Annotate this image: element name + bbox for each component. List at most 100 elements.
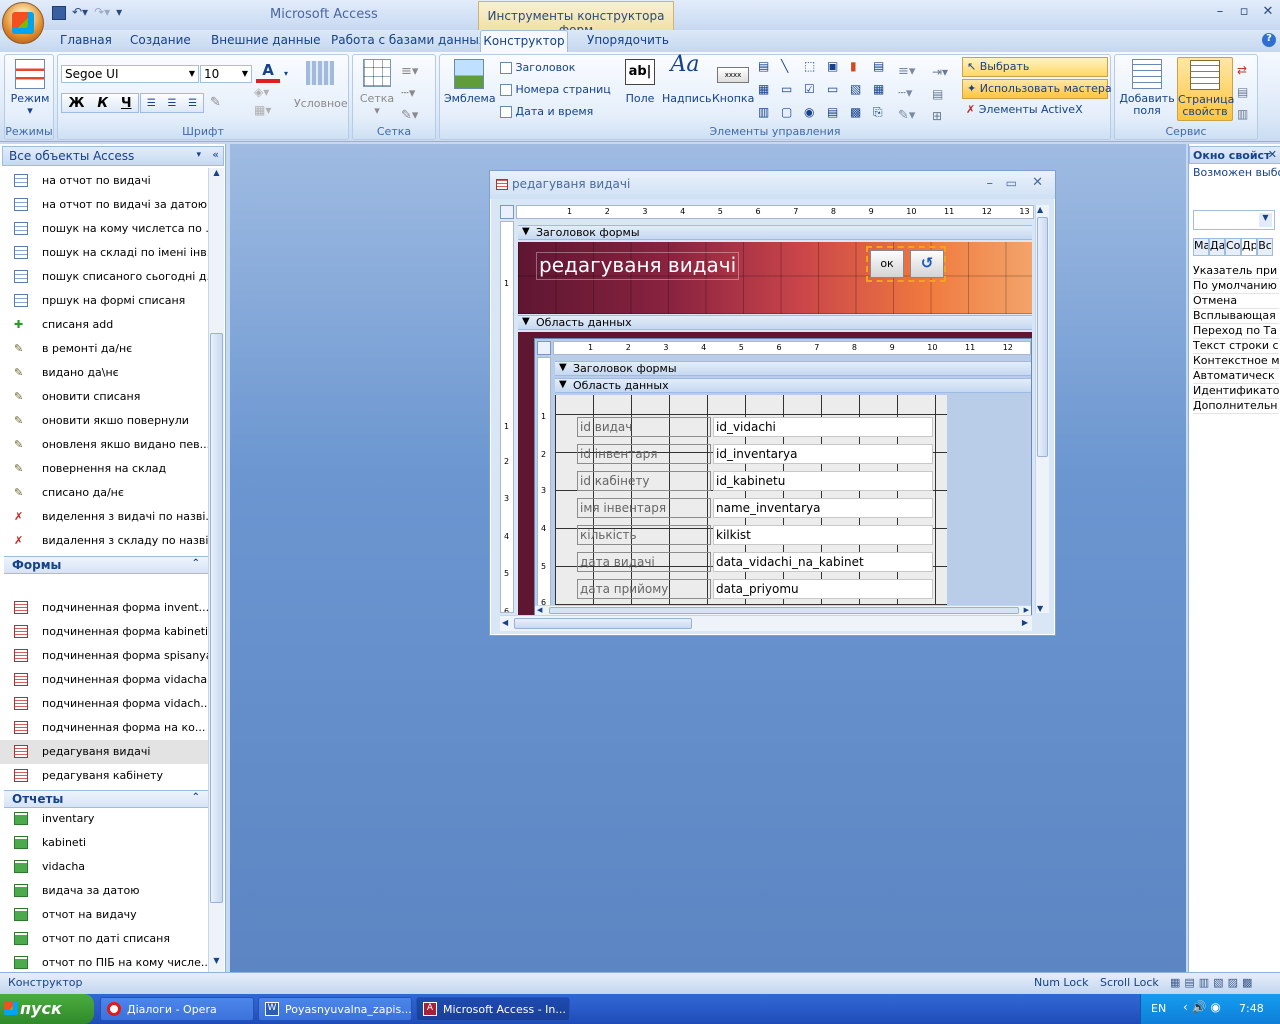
subform-hscrollbar[interactable]: ◀ ▶ [535, 605, 1031, 615]
scroll-right-icon[interactable]: ▶ [1022, 618, 1028, 627]
image-icon[interactable]: ▣ [827, 59, 847, 80]
scroll-left-icon[interactable]: ◀ [502, 618, 508, 627]
property-tab[interactable]: Да [1209, 238, 1225, 256]
nav-item-query[interactable]: ✎ видано да\нє [0, 361, 208, 385]
taskbar-access[interactable]: A Microsoft Access - In... [416, 997, 570, 1021]
logo-button[interactable]: Эмблема [444, 59, 496, 105]
align-right-icon[interactable]: ☰ [188, 98, 197, 109]
tab-database-tools[interactable]: Работа с базами данных [331, 30, 486, 52]
tab-arrange[interactable]: Упорядочить [587, 30, 669, 52]
subform-control[interactable]: 1 2 3 4 5 6 7 8 9 10 11 12 1 2 3 4 5 6 ▼ Заголовок … [534, 338, 1032, 615]
nav-item-query[interactable]: на отчот по видачі [0, 169, 208, 193]
property-tab[interactable]: Со [1225, 238, 1241, 256]
nav-item-report[interactable]: kabineti [0, 831, 208, 855]
activex-button[interactable]: ✗ Элементы ActiveX [962, 101, 1087, 118]
form-window-title-bar[interactable]: редагуваня видачі – ▭ ✕ [490, 171, 1055, 199]
close-icon[interactable]: ✕ [1258, 4, 1278, 22]
title-button[interactable]: Заголовок [500, 61, 575, 74]
collapse-group-icon[interactable]: ⌃ [192, 792, 200, 803]
nav-pane-header[interactable]: Все объекты Access ▾ « [2, 146, 224, 166]
nav-item-form[interactable]: редагуваня видачі [0, 740, 208, 764]
scroll-down-icon[interactable]: ▼ [1037, 604, 1043, 613]
property-tab[interactable]: Ма [1193, 238, 1209, 256]
minimize-icon[interactable]: – [1210, 4, 1230, 22]
language-indicator[interactable]: EN [1151, 1002, 1166, 1015]
font-name-select[interactable]: Segoe UI ▼ [61, 65, 199, 83]
form-minimize-icon[interactable]: – [987, 176, 994, 191]
field-textbox[interactable]: id_inventarya [713, 444, 933, 464]
chart-icon[interactable]: ▮ [850, 59, 870, 80]
use-wizards-button[interactable]: ✦ Использовать мастера [962, 79, 1112, 99]
nav-item-report[interactable]: видача за датою [0, 879, 208, 903]
form-close-icon[interactable]: ✕ [1032, 175, 1043, 190]
list-box-icon[interactable]: ▦ [758, 82, 778, 103]
property-row[interactable]: Отмена [1193, 294, 1279, 309]
field-textbox[interactable]: data_priyomu [713, 579, 933, 599]
align-left-icon[interactable]: ☰ [147, 98, 156, 109]
form-header-section-bar[interactable]: ▼ Заголовок формы [518, 225, 1032, 240]
conditional-format-button[interactable]: Условное [294, 97, 348, 110]
button-button[interactable]: xxxx Кнопка [712, 59, 754, 105]
nav-item-query[interactable]: ✎ оновленя якшо видано пев... [0, 433, 208, 457]
object-select[interactable]: ▼ [1193, 210, 1275, 230]
taskbar-opera[interactable]: Діалоги - Opera [100, 997, 254, 1021]
property-row[interactable]: Переход по Та [1193, 324, 1279, 339]
unbound-frame-icon[interactable]: ▤ [873, 59, 893, 80]
scroll-up-icon[interactable]: ▲ [210, 168, 223, 182]
tab-order-icon[interactable]: ⇄ [1237, 63, 1247, 77]
nav-item-query[interactable]: ✎ оновити якшо повернули [0, 409, 208, 433]
align-center-icon[interactable]: ☰ [168, 98, 177, 109]
nav-filter-dropdown[interactable]: ▾ [196, 150, 201, 160]
nav-item-report[interactable]: vidacha [0, 855, 208, 879]
option-button-icon[interactable]: ◉ [804, 105, 824, 126]
line-icon[interactable]: ╲ [781, 59, 801, 80]
date-time-button[interactable]: Дата и время [500, 105, 593, 118]
field-label[interactable]: імя інвентаря [577, 498, 711, 518]
subform-icon[interactable]: ▤ [827, 105, 847, 126]
detail-section-bar[interactable]: ▼ Область данных [518, 315, 1032, 330]
nav-item-query[interactable]: ✎ оновити списаня [0, 385, 208, 409]
property-row[interactable]: Дополнительн [1193, 399, 1279, 414]
nav-item-query[interactable]: ✎ в ремонті да/нє [0, 337, 208, 361]
format-painter-icon[interactable]: ✎ [210, 95, 221, 110]
code-icon[interactable]: ▤ [1237, 85, 1248, 99]
field-label[interactable]: дата видачі [577, 552, 711, 572]
property-tab[interactable]: Вс [1257, 238, 1273, 256]
tab-external-data[interactable]: Внешние данные [211, 30, 320, 52]
form-restore-icon[interactable]: ▭ [1006, 176, 1017, 190]
form-vscroll-thumb[interactable] [1037, 217, 1048, 457]
checkbox-icon[interactable]: ☑ [804, 82, 824, 103]
field-textbox[interactable]: data_vidachi_na_kabinet [713, 552, 933, 572]
redo-icon[interactable]: ↷▾ [94, 5, 110, 23]
field-textbox[interactable]: id_vidachi [713, 417, 933, 437]
office-button[interactable] [2, 2, 44, 44]
nav-scroll-thumb[interactable] [210, 333, 223, 903]
bold-button[interactable]: Ж [68, 96, 84, 111]
field-button[interactable]: ab| Поле [620, 59, 660, 105]
property-row[interactable]: Указатель при [1193, 264, 1279, 279]
add-fields-button[interactable]: Добавить поля [1117, 59, 1177, 117]
attachment-icon[interactable]: ⎘ [873, 105, 893, 126]
select-button[interactable]: ↖ Выбрать [962, 57, 1108, 77]
form-selector[interactable] [500, 205, 514, 219]
nav-item-form[interactable]: подчиненная форма vidach... [0, 692, 208, 716]
subform-detail-bar[interactable]: ▼ Область данных [555, 378, 1031, 393]
bound-frame-icon[interactable]: ▧ [850, 82, 870, 103]
field-label[interactable]: id видач [577, 417, 711, 437]
conditional-format-icon[interactable] [306, 61, 334, 85]
form-vscrollbar[interactable]: ▲ ▼ [1035, 205, 1049, 613]
field-label[interactable]: кількість [577, 525, 711, 545]
subform-hscroll-thumb[interactable] [549, 607, 1019, 614]
tray-icons[interactable]: ‹ 🔊 ◉ [1183, 1000, 1221, 1014]
toggle-button-icon[interactable]: ▢ [781, 105, 801, 126]
property-close-icon[interactable]: ✕ [1268, 148, 1277, 161]
nav-group-forms[interactable]: Формы ⌃ [4, 556, 208, 574]
nav-item-query[interactable]: пршук на формі списаня [0, 289, 208, 313]
property-row[interactable]: По умолчанию [1193, 279, 1279, 294]
nav-item-query[interactable]: ✎ повернення на склад [0, 457, 208, 481]
nav-item-query[interactable]: пошук на складі по імені інв... [0, 241, 208, 265]
property-row[interactable]: Идентификато [1193, 384, 1279, 399]
undo-record-button[interactable]: ↺ [910, 250, 944, 278]
nav-item-report[interactable]: inventary [0, 807, 208, 831]
grid-button[interactable]: Сетка ▾ [357, 59, 397, 117]
